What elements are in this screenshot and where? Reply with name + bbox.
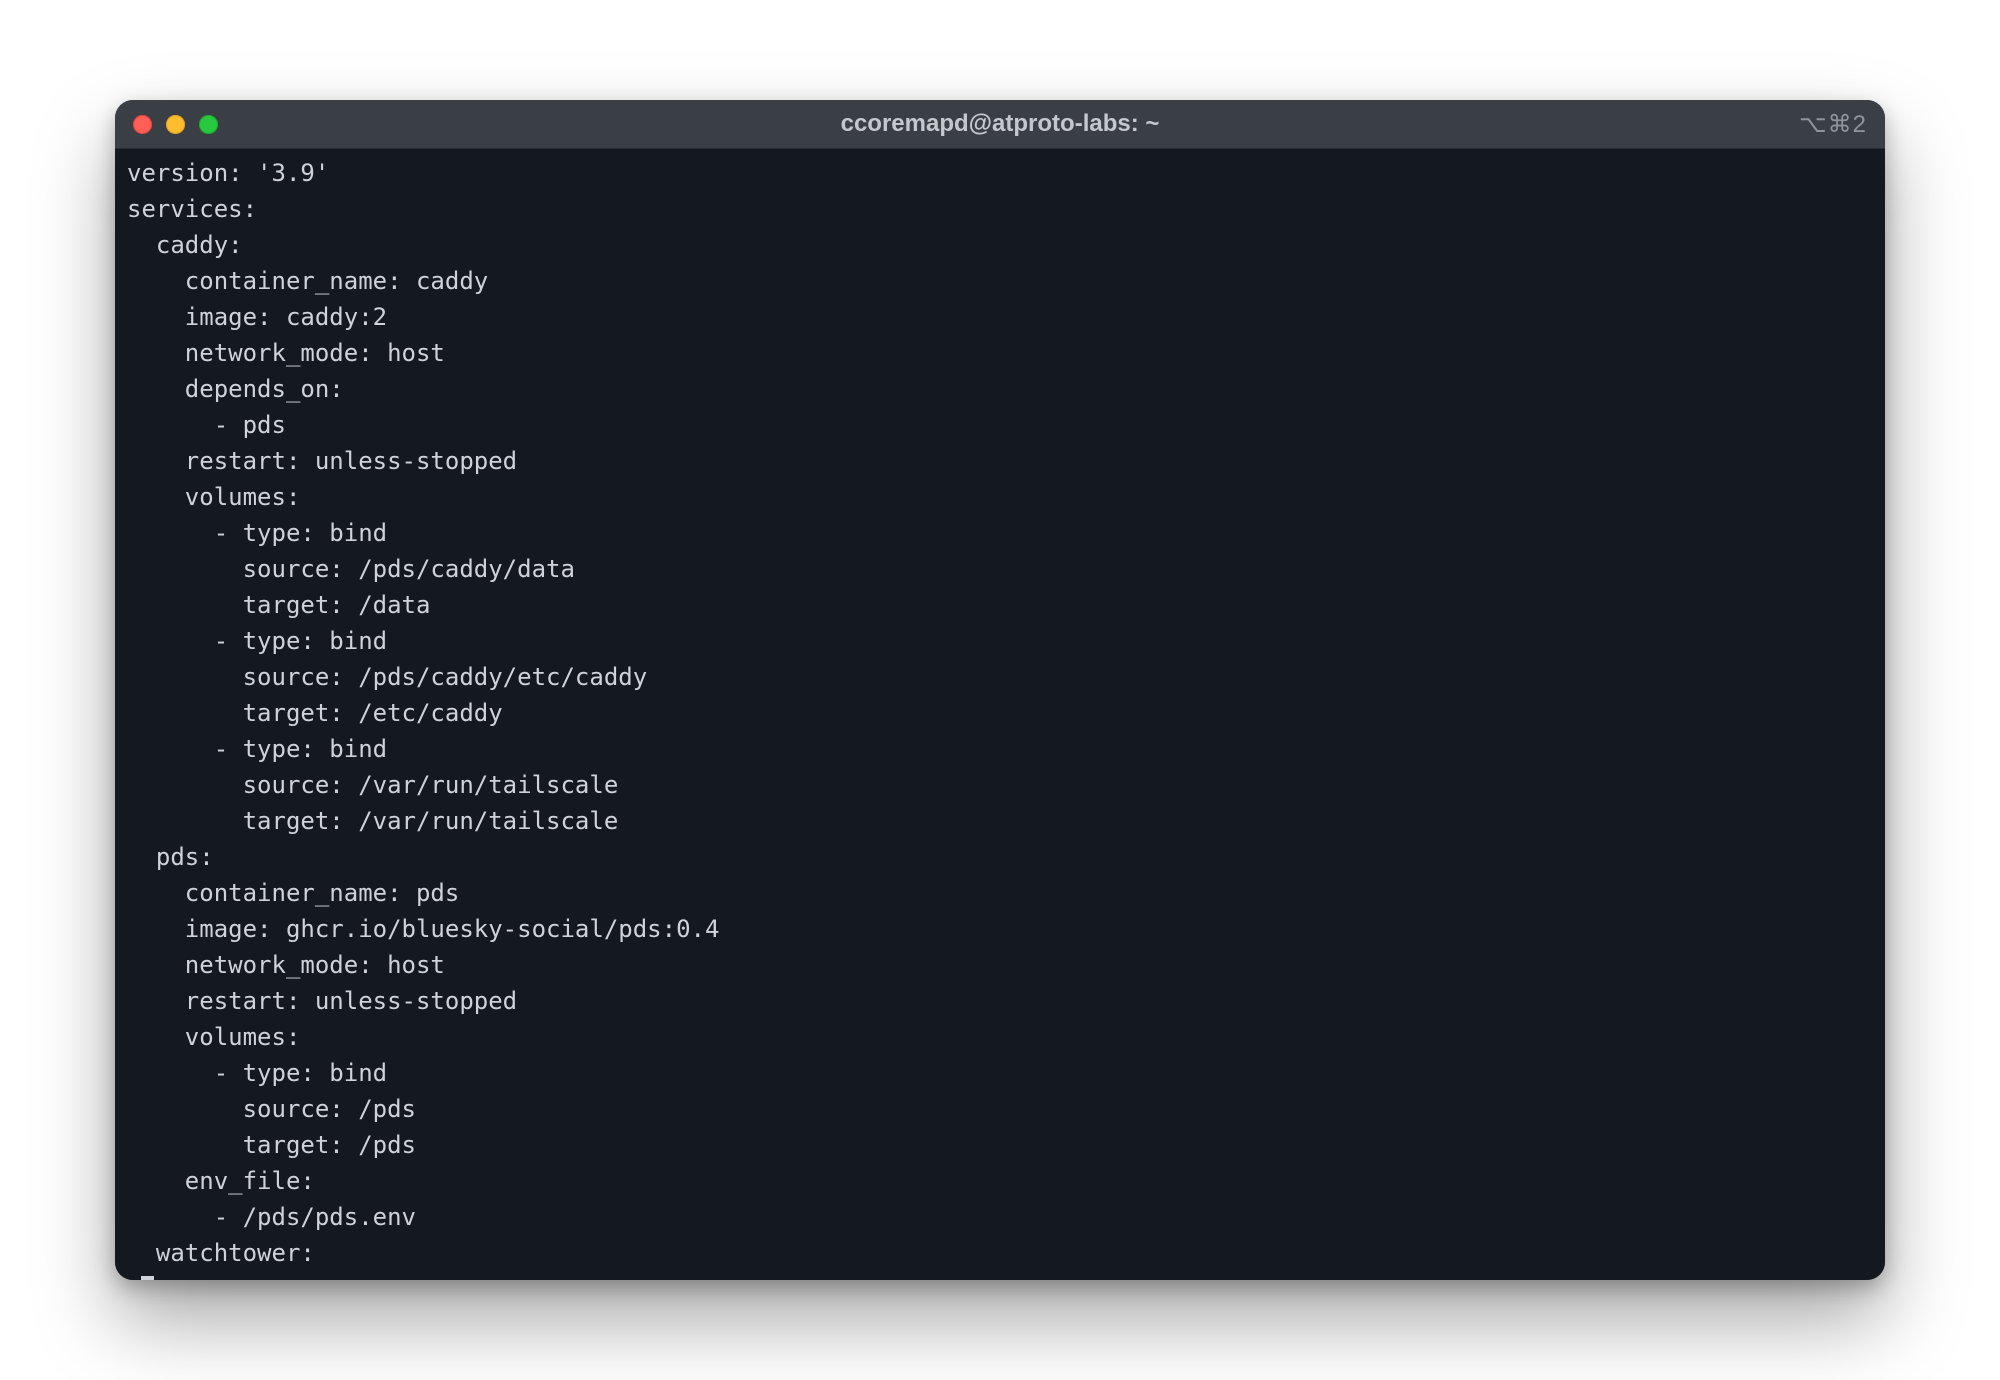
terminal-output[interactable]: version: '3.9' services: caddy: containe…: [115, 149, 1885, 1280]
pager-status-line: :: [127, 1271, 1873, 1280]
window-shortcut-hint: ⌥⌘2: [1799, 110, 1867, 139]
window-title: ccoremapd@atproto-labs: ~: [115, 110, 1885, 138]
cursor-block-icon: [141, 1276, 154, 1280]
minimize-icon[interactable]: [166, 115, 185, 134]
traffic-lights: [133, 115, 218, 134]
close-icon[interactable]: [133, 115, 152, 134]
terminal-window: ccoremapd@atproto-labs: ~ ⌥⌘2 version: '…: [115, 100, 1885, 1280]
zoom-icon[interactable]: [199, 115, 218, 134]
window-titlebar: ccoremapd@atproto-labs: ~ ⌥⌘2: [115, 100, 1885, 149]
pager-prompt: :: [127, 1271, 141, 1280]
file-content: version: '3.9' services: caddy: containe…: [127, 159, 719, 1267]
